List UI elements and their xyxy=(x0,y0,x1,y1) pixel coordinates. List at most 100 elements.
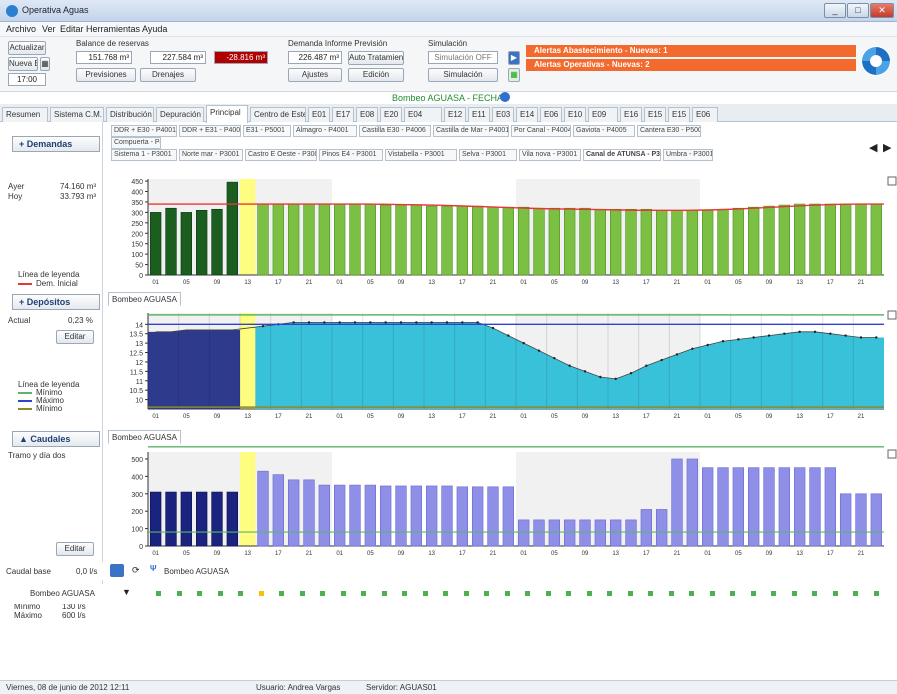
timeline-marker[interactable] xyxy=(258,591,264,596)
subtab-r2-3[interactable]: Pinos E4 - P3001 xyxy=(319,149,383,161)
subtab-r2-7[interactable]: Canal de ATUNSA - P3004 xyxy=(583,149,661,161)
timeline-marker[interactable] xyxy=(279,591,284,596)
subtab-r2-8[interactable]: Umbra - P3001 xyxy=(663,149,713,161)
timeline-marker[interactable] xyxy=(156,591,161,596)
refresh-icon[interactable]: ⟳ xyxy=(132,565,140,576)
timeline-marker[interactable] xyxy=(361,591,366,596)
close-button[interactable]: ✕ xyxy=(870,3,894,18)
menu-editar[interactable]: Editar xyxy=(60,24,84,34)
deposits-edit-button[interactable]: Editar xyxy=(56,330,94,344)
menu-ver[interactable]: Ver xyxy=(42,24,56,34)
chart-icon[interactable] xyxy=(110,564,124,577)
timeline-marker[interactable] xyxy=(627,591,633,596)
timeline-marker[interactable] xyxy=(689,591,694,596)
tab-principal[interactable]: Principal xyxy=(206,105,248,123)
update-button[interactable]: Actualizar xyxy=(8,41,46,55)
tab-e03[interactable]: E03 xyxy=(492,107,514,122)
edition-button[interactable]: Edición xyxy=(348,68,404,82)
timeline-marker[interactable] xyxy=(484,591,489,596)
subtab-r2-4[interactable]: Vistabella - P3001 xyxy=(385,149,457,161)
tab-e01[interactable]: E01 xyxy=(308,107,330,122)
adjust-button[interactable]: Ajustes xyxy=(288,68,342,82)
tab-e08[interactable]: E08 xyxy=(356,107,378,122)
auto-button[interactable]: Auto Tratamiento xyxy=(348,51,404,65)
demands-panel-title[interactable]: + Demandas xyxy=(12,136,100,152)
alert-operative[interactable]: Alertas Operativas - Nuevas: 2 xyxy=(526,59,856,71)
deposits-panel-title[interactable]: + Depósitos xyxy=(12,294,100,310)
timeline-marker[interactable] xyxy=(771,591,776,596)
timeline-marker[interactable] xyxy=(853,591,858,596)
tab-resumen[interactable]: Resumen xyxy=(2,107,48,122)
subtab-r2-0[interactable]: Sistema 1 - P3001 xyxy=(111,149,177,161)
tab-e06[interactable]: E06 xyxy=(540,107,562,122)
tab-e16[interactable]: E16 xyxy=(620,107,642,122)
excel-icon[interactable]: ▦ xyxy=(508,68,520,82)
tab-e15[interactable]: E15 xyxy=(644,107,666,122)
timeline-marker[interactable] xyxy=(791,591,797,596)
subtab-r2-2[interactable]: Castro E Oeste - P3001 xyxy=(245,149,317,161)
tab-e15[interactable]: E15 xyxy=(668,107,690,122)
sim-button[interactable]: Simulación xyxy=(428,68,498,82)
menu-herramientas[interactable]: Herramientas xyxy=(86,24,140,34)
timeline-marker[interactable] xyxy=(217,591,223,596)
deposit-chart-tab[interactable]: Bombeo AGUASA xyxy=(108,292,181,306)
timeline-marker[interactable] xyxy=(525,591,530,596)
tab-depuraci-n[interactable]: Depuración xyxy=(156,107,204,122)
tab-e10[interactable]: E10 xyxy=(564,107,586,122)
menu-archivo[interactable]: Archivo xyxy=(6,24,36,34)
tab-e17[interactable]: E17 xyxy=(332,107,354,122)
subtab-r1-5[interactable]: Castilla de Mar - P4001 xyxy=(433,125,509,137)
subtab-r1-2[interactable]: E31 - P5001 xyxy=(243,125,291,137)
timeline-marker[interactable] xyxy=(197,591,202,596)
scroll-right-icon[interactable]: ▶ xyxy=(883,141,891,154)
timeline-marker[interactable] xyxy=(668,591,674,596)
tab-sistema-c-m-[interactable]: Sistema C.M. xyxy=(50,107,104,122)
drainage-button[interactable]: Drenajes xyxy=(140,68,196,82)
timeline-marker[interactable] xyxy=(299,591,305,596)
tab-e04[interactable]: E04 xyxy=(404,107,442,122)
flows-panel-title[interactable]: ▲ Caudales xyxy=(12,431,100,447)
timeline-marker[interactable] xyxy=(730,591,735,596)
timeline-marker[interactable] xyxy=(381,591,387,596)
maximize-button[interactable]: □ xyxy=(847,3,869,18)
forecast-button[interactable]: Previsiones xyxy=(76,68,136,82)
subtab-r1-8[interactable]: Cantera E30 - P5001 xyxy=(637,125,701,137)
sim-play-icon[interactable]: ▶ xyxy=(508,51,520,65)
timeline-marker[interactable] xyxy=(648,591,653,596)
tab-e20[interactable]: E20 xyxy=(380,107,402,122)
tab-distribuci-n[interactable]: Distribución xyxy=(106,107,154,122)
timeline-marker[interactable] xyxy=(340,591,346,596)
timeline-marker[interactable] xyxy=(422,591,428,596)
chart-type-icon[interactable]: Ψ xyxy=(150,564,156,573)
timeline-marker[interactable] xyxy=(320,591,325,596)
timeline-marker[interactable] xyxy=(402,591,407,596)
tab-centro-de-este[interactable]: Centro de Este xyxy=(250,107,306,122)
info-icon[interactable] xyxy=(500,92,510,102)
tab-e06[interactable]: E06 xyxy=(692,107,718,122)
scroll-left-icon[interactable]: ◀ xyxy=(869,141,877,154)
timeline-marker[interactable] xyxy=(750,591,756,596)
timeline-marker[interactable] xyxy=(873,591,879,596)
subtab-r1-4[interactable]: Castilla E30 - P4006 xyxy=(359,125,431,137)
timeline-marker[interactable] xyxy=(176,591,182,596)
timeline-marker[interactable] xyxy=(566,591,571,596)
subtab-r2-5[interactable]: Selva - P3001 xyxy=(459,149,517,161)
alert-supply[interactable]: Alertas Abastecimiento - Nuevas: 1 xyxy=(526,45,856,57)
tab-e12[interactable]: E12 xyxy=(444,107,466,122)
timeline-marker[interactable] xyxy=(504,591,510,596)
calendar-icon[interactable]: ▦ xyxy=(40,57,50,71)
timeline-marker[interactable] xyxy=(709,591,715,596)
pump-chip-label[interactable]: Bombeo AGUASA xyxy=(164,567,229,576)
subtab-r1-3[interactable]: Almagro - P4001 xyxy=(293,125,357,137)
timeline-marker[interactable] xyxy=(607,591,612,596)
timeline-marker[interactable] xyxy=(238,591,243,596)
date-button[interactable]: Nueva Ext. xyxy=(8,57,38,71)
subtab-r1-6[interactable]: Por Canal - P4004 xyxy=(511,125,571,137)
subtab-r2-1[interactable]: Norte mar - P3001 xyxy=(179,149,243,161)
flow-chart-tab[interactable]: Bombeo AGUASA xyxy=(108,430,181,444)
menu-ayuda[interactable]: Ayuda xyxy=(142,24,167,34)
subtab-r2-6[interactable]: Vila nova - P3001 xyxy=(519,149,581,161)
tab-e09[interactable]: E09 xyxy=(588,107,618,122)
time-field[interactable]: 17:00 xyxy=(8,73,46,86)
timeline-marker[interactable] xyxy=(586,591,592,596)
